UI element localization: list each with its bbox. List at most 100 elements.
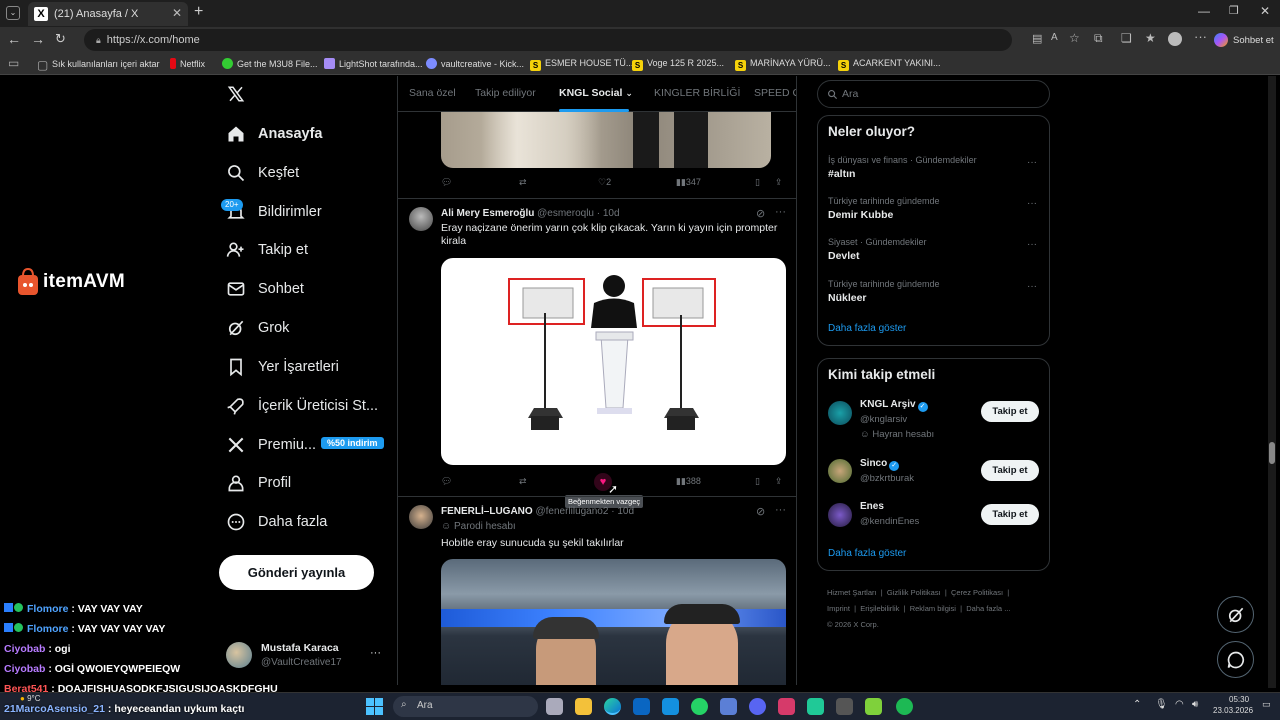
copilot-button[interactable]: Sohbet et: [1214, 31, 1274, 49]
bookmark-icon[interactable]: ▯: [755, 476, 760, 487]
messages-fab[interactable]: [1217, 641, 1254, 678]
trend-title[interactable]: #altın: [828, 168, 855, 180]
bookmark-marina[interactable]: S MARİNAYA YÜRÜ...: [735, 58, 831, 71]
post-image-dog[interactable]: [441, 112, 771, 168]
x-home-logo-icon[interactable]: [227, 85, 245, 103]
task-view-icon[interactable]: [546, 698, 563, 715]
nav-follow[interactable]: Takip et: [226, 238, 308, 262]
clock-time[interactable]: 05:30: [1229, 695, 1249, 704]
footer-imprint[interactable]: Imprint: [827, 604, 850, 613]
mic-icon[interactable]: 🎙︎: [1155, 699, 1168, 710]
app-icon[interactable]: [720, 698, 737, 715]
footer-more[interactable]: Daha fazla ...: [966, 604, 1010, 613]
favorites-icon[interactable]: ★: [1145, 31, 1156, 45]
tab-following[interactable]: Takip ediliyor: [475, 87, 536, 99]
tray-chevron-icon[interactable]: ⌃: [1133, 699, 1141, 710]
post-time[interactable]: · 10d: [597, 208, 620, 219]
follow-button[interactable]: Takip et: [981, 504, 1039, 525]
nav-premium[interactable]: Premiu...: [226, 433, 316, 457]
tab-list-icon[interactable]: ⌄: [6, 6, 20, 20]
trend-title[interactable]: Demir Kubbe: [828, 209, 893, 221]
trends-show-more-link[interactable]: Daha fazla göster: [828, 323, 906, 334]
trend-title[interactable]: Devlet: [828, 250, 860, 262]
tab-for-you[interactable]: Sana özel: [409, 87, 456, 99]
post-author[interactable]: FENERLİ–LUGANO: [441, 506, 533, 517]
footer-accessibility[interactable]: Erişilebilirlik: [860, 604, 899, 613]
footer-cookies[interactable]: Çerez Politikası: [951, 588, 1003, 597]
footer-privacy[interactable]: Gizlilik Politikası: [887, 588, 941, 597]
trend-more-icon[interactable]: ···: [1027, 281, 1037, 292]
more-menu-icon[interactable]: ···: [1194, 29, 1207, 44]
outlook-icon[interactable]: [662, 698, 679, 715]
search-box[interactable]: Ara: [817, 80, 1050, 108]
footer-terms[interactable]: Hizmet Şartları: [827, 588, 877, 597]
share-icon[interactable]: ⇪: [775, 476, 783, 487]
user-handle[interactable]: @bzkrtburak: [860, 473, 914, 484]
post-time[interactable]: · 10d: [611, 506, 634, 517]
whatsapp-icon[interactable]: [691, 698, 708, 715]
follow-button[interactable]: Takip et: [981, 401, 1039, 422]
bookmark-icon[interactable]: ▯: [755, 177, 760, 188]
close-tab-icon[interactable]: ✕: [172, 6, 182, 20]
post-image-selfie[interactable]: [441, 559, 786, 685]
nav-profile[interactable]: Profil: [226, 471, 291, 495]
like-button[interactable]: ♡ 2: [598, 177, 611, 188]
file-explorer-icon[interactable]: [575, 698, 592, 715]
avatar[interactable]: [828, 401, 852, 425]
bookmark-m3u8[interactable]: Get the M3U8 File...: [222, 58, 318, 69]
trend-more-icon[interactable]: ···: [1027, 239, 1037, 250]
avatar[interactable]: [409, 207, 433, 231]
new-tab-icon[interactable]: +: [194, 3, 203, 21]
clock-date[interactable]: 23.03.2026: [1213, 706, 1253, 715]
discord-icon[interactable]: [749, 698, 766, 715]
repost-icon[interactable]: ⇄: [519, 177, 527, 188]
views[interactable]: ▮▮ 347: [676, 177, 701, 188]
volume-icon[interactable]: 🔊︎: [1192, 699, 1198, 710]
nav-messages[interactable]: Sohbet: [226, 277, 304, 301]
reply-icon[interactable]: 💬︎: [441, 177, 452, 188]
who-show-more-link[interactable]: Daha fazla göster: [828, 548, 906, 559]
share-icon[interactable]: ⇪: [775, 177, 783, 188]
reply-icon[interactable]: 💬︎: [441, 476, 452, 487]
post-handle[interactable]: @esmeroqlu: [537, 208, 594, 219]
avatar[interactable]: [409, 505, 433, 529]
nav-creator-studio[interactable]: İçerik Üreticisi St...: [226, 394, 378, 418]
trend-more-icon[interactable]: ···: [1027, 157, 1037, 168]
notification-center-icon[interactable]: ▭: [1262, 699, 1271, 710]
app-icon[interactable]: [778, 698, 795, 715]
bookmark-acarkent[interactable]: S ACARKENT YAKINI...: [838, 58, 941, 71]
nav-bookmarks[interactable]: Yer İşaretleri: [226, 355, 339, 379]
scrollbar-thumb[interactable]: [1269, 442, 1275, 464]
user-name[interactable]: KNGL Arşiv ✓: [860, 399, 928, 412]
account-more-icon[interactable]: ···: [370, 647, 381, 659]
bookmark-netflix[interactable]: Netflix: [170, 58, 205, 69]
nav-home[interactable]: Anasayfa: [226, 122, 322, 146]
wifi-icon[interactable]: ◠: [1175, 699, 1184, 710]
follow-button[interactable]: Takip et: [981, 460, 1039, 481]
post-image-prompter[interactable]: [441, 258, 786, 465]
footer-ads-info[interactable]: Reklam bilgisi: [910, 604, 956, 613]
avatar[interactable]: [828, 459, 852, 483]
edge-icon[interactable]: [604, 698, 621, 715]
views[interactable]: ▮▮ 388: [676, 476, 701, 487]
start-button-icon[interactable]: [366, 698, 383, 715]
app-icon[interactable]: [836, 698, 853, 715]
post-more-icon[interactable]: ···: [775, 206, 786, 218]
extensions-icon[interactable]: ⧉: [1094, 31, 1103, 46]
tab-kngl-social[interactable]: KNGL Social ⌄: [559, 87, 633, 99]
user-name[interactable]: Sinco ✓: [860, 458, 900, 471]
avatar[interactable]: [828, 503, 852, 527]
trend-more-icon[interactable]: ···: [1027, 198, 1037, 209]
nav-explore[interactable]: Keşfet: [226, 161, 299, 185]
mail-icon[interactable]: [633, 698, 650, 715]
bookmark-voge[interactable]: S Voge 125 R 2025...: [632, 58, 724, 71]
url-field[interactable]: 🔒︎ https://x.com/home: [84, 29, 1012, 51]
nav-more[interactable]: Daha fazla: [226, 510, 327, 534]
page-scrollbar[interactable]: [1268, 76, 1276, 688]
minimize-icon[interactable]: —: [1198, 4, 1210, 18]
bookmark-lightshot[interactable]: LightShot tarafında...: [324, 58, 423, 69]
bookmark-kick[interactable]: vaultcreative - Kick...: [426, 58, 524, 69]
post-button[interactable]: Gönderi yayınla: [219, 555, 374, 590]
post-author[interactable]: Ali Mery Esmeroğlu: [441, 208, 534, 219]
back-icon[interactable]: ←: [7, 31, 21, 47]
